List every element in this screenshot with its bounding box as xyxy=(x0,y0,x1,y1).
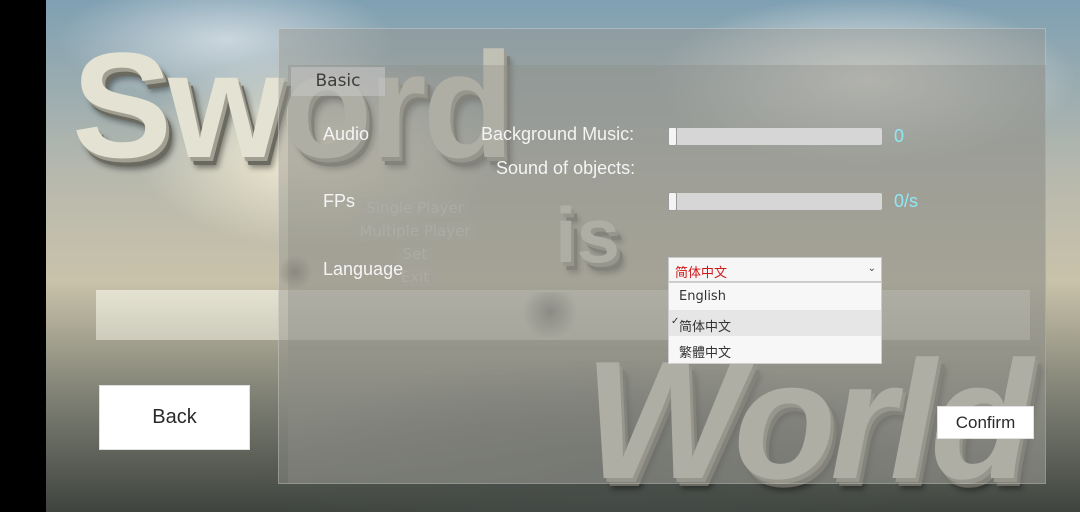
language-option-label: 繁體中文 xyxy=(679,346,732,361)
confirm-button[interactable]: Confirm xyxy=(937,406,1034,439)
language-label: Language xyxy=(323,259,404,279)
language-dropdown[interactable]: 简体中文 ⌄ xyxy=(668,257,882,282)
chevron-down-icon: ⌄ xyxy=(867,263,876,274)
language-options-list: English ✓ 简体中文繁體中文 xyxy=(668,282,882,364)
slider-handle[interactable] xyxy=(668,127,677,146)
tab-basic[interactable]: Basic xyxy=(291,67,385,96)
background-music-value: 0 xyxy=(894,126,905,146)
background-music-label: Background Music: xyxy=(481,124,635,144)
back-button[interactable]: Back xyxy=(99,385,250,450)
fps-slider[interactable] xyxy=(668,192,882,211)
audio-label: Audio xyxy=(323,124,370,144)
slider-handle[interactable] xyxy=(668,192,677,211)
game-scene: Sword is World Single Player Multiple Pl… xyxy=(0,0,1080,512)
letterbox-bar xyxy=(0,0,46,512)
language-selected-value: 简体中文 xyxy=(675,266,728,281)
language-option-label: 简体中文 xyxy=(679,319,732,335)
language-option-label: English xyxy=(679,289,726,304)
background-music-slider[interactable] xyxy=(668,127,882,146)
fps-value: 0/s xyxy=(894,191,919,211)
sound-of-objects-label: Sound of objects: xyxy=(496,158,636,178)
fps-label: FPs xyxy=(323,191,356,211)
language-option[interactable]: ✓ 简体中文 xyxy=(669,309,881,336)
language-option[interactable]: 繁體中文 xyxy=(669,336,881,363)
language-option[interactable]: English xyxy=(669,283,881,310)
